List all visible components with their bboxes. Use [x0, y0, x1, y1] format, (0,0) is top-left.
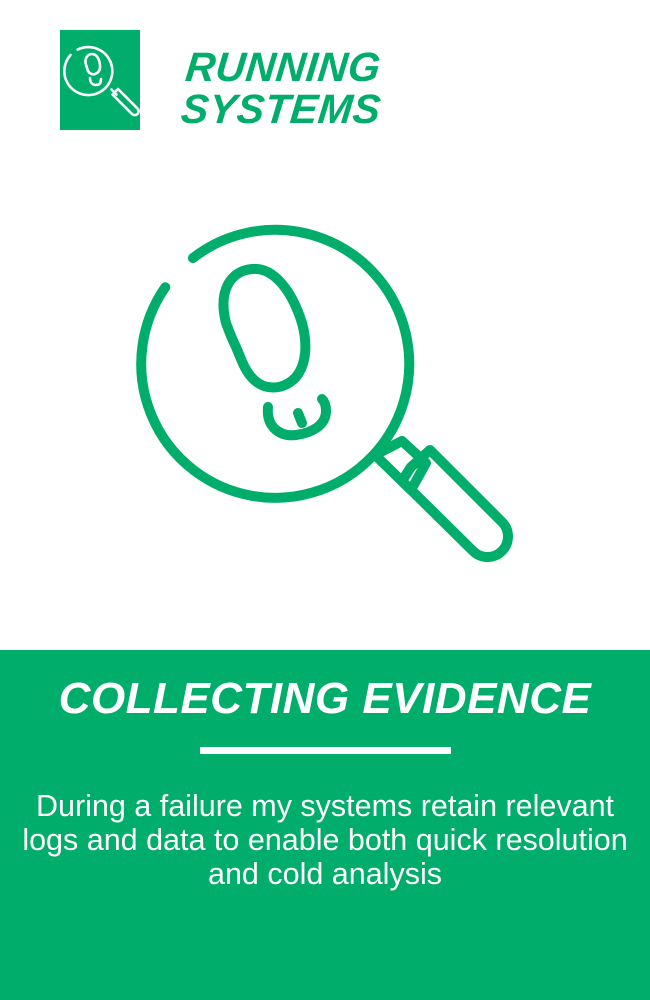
title-divider [200, 747, 451, 754]
brand-line-1: RUNNING [183, 44, 384, 90]
panel-description: During a failure my systems retain relev… [22, 789, 628, 891]
brand-wordmark: RUNNING SYSTEMS [178, 44, 387, 132]
brand-line-2: SYSTEMS [178, 86, 384, 132]
panel-title: COLLECTING EVIDENCE [58, 674, 592, 723]
page: RUNNING SYSTEMS COLLECTING EVIDENCE Duri… [0, 0, 650, 1000]
footprint-magnifier-icon [63, 45, 140, 117]
brand-logo [60, 30, 140, 130]
footprint-magnifier-icon [136, 224, 513, 562]
info-panel: COLLECTING EVIDENCE During a failure my … [0, 650, 650, 1000]
